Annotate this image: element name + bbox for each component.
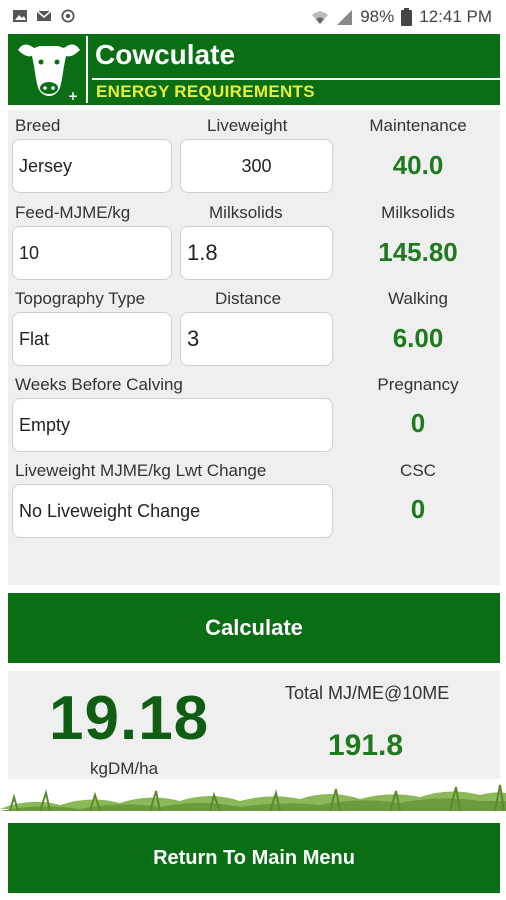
image-icon bbox=[13, 10, 27, 22]
csc-label: CSC bbox=[400, 461, 436, 480]
feed-label: Feed-MJME/kg bbox=[15, 203, 131, 222]
pregnancy-value: 0 bbox=[410, 408, 426, 438]
results-panel: 19.18 kgDM/ha Total MJ/ME@10ME 191.8 bbox=[8, 671, 500, 779]
return-main-menu-button[interactable]: Return To Main Menu bbox=[8, 823, 500, 893]
milksolids-value: 145.80 bbox=[378, 237, 458, 267]
total-mjme-label: Total MJ/ME@10ME bbox=[285, 683, 450, 703]
svg-text:+: + bbox=[68, 89, 78, 103]
walking-value: 6.00 bbox=[392, 323, 444, 353]
notification-icons bbox=[12, 9, 76, 23]
page-subtitle: ENERGY REQUIREMENTS bbox=[96, 82, 315, 101]
breed-select[interactable]: Jersey bbox=[12, 139, 172, 193]
milksolids-input-label: Milksolids bbox=[209, 203, 283, 222]
battery-icon bbox=[401, 8, 413, 26]
subtitle-bar: ENERGY REQUIREMENTS bbox=[92, 78, 500, 103]
cow-head-icon: + bbox=[10, 36, 88, 103]
lwt-change-select[interactable]: No Liveweight Change bbox=[12, 484, 333, 538]
topography-label: Topography Type bbox=[15, 289, 146, 308]
topography-select[interactable]: Flat bbox=[12, 312, 172, 366]
weeks-before-calving-select[interactable]: Empty bbox=[12, 398, 333, 452]
signal-icon bbox=[337, 9, 353, 25]
kgdm-unit: kgDM/ha bbox=[90, 759, 159, 778]
energy-form-panel: Breed Liveweight Maintenance Jersey 300 … bbox=[8, 110, 500, 585]
system-status: 98% 12:41 PM bbox=[311, 7, 492, 27]
battery-percent: 98% bbox=[360, 7, 395, 26]
sync-icon bbox=[61, 9, 75, 23]
app-title: Cowculate bbox=[95, 39, 236, 70]
liveweight-label: Liveweight bbox=[207, 116, 288, 135]
feed-input[interactable]: 10 bbox=[12, 226, 172, 280]
total-mjme-value: 191.8 bbox=[328, 729, 404, 762]
calculate-button[interactable]: Calculate bbox=[8, 593, 500, 663]
walking-label: Walking bbox=[388, 289, 448, 308]
grass-decoration bbox=[0, 784, 506, 819]
wifi-icon bbox=[312, 11, 329, 24]
pregnancy-label: Pregnancy bbox=[377, 375, 459, 394]
distance-label: Distance bbox=[215, 289, 282, 308]
mail-icon bbox=[36, 10, 52, 21]
breed-label: Breed bbox=[15, 116, 61, 135]
maintenance-label: Maintenance bbox=[369, 116, 467, 135]
csc-value: 0 bbox=[410, 494, 426, 524]
milksolids-output-label: Milksolids bbox=[381, 203, 455, 222]
milksolids-input[interactable]: 1.8 bbox=[180, 226, 333, 280]
status-bar: 98% 12:41 PM bbox=[0, 0, 506, 34]
app-header: + Cowculate ENERGY REQUIREMENTS bbox=[8, 34, 500, 105]
distance-input[interactable]: 3 bbox=[180, 312, 333, 366]
weeks-before-calving-label: Weeks Before Calving bbox=[15, 375, 183, 394]
lwt-change-label: Liveweight MJME/kg Lwt Change bbox=[15, 461, 267, 480]
maintenance-value: 40.0 bbox=[392, 150, 444, 180]
kgdm-result: 19.18 bbox=[49, 684, 210, 753]
liveweight-input[interactable]: 300 bbox=[180, 139, 333, 193]
clock: 12:41 PM bbox=[419, 7, 492, 26]
